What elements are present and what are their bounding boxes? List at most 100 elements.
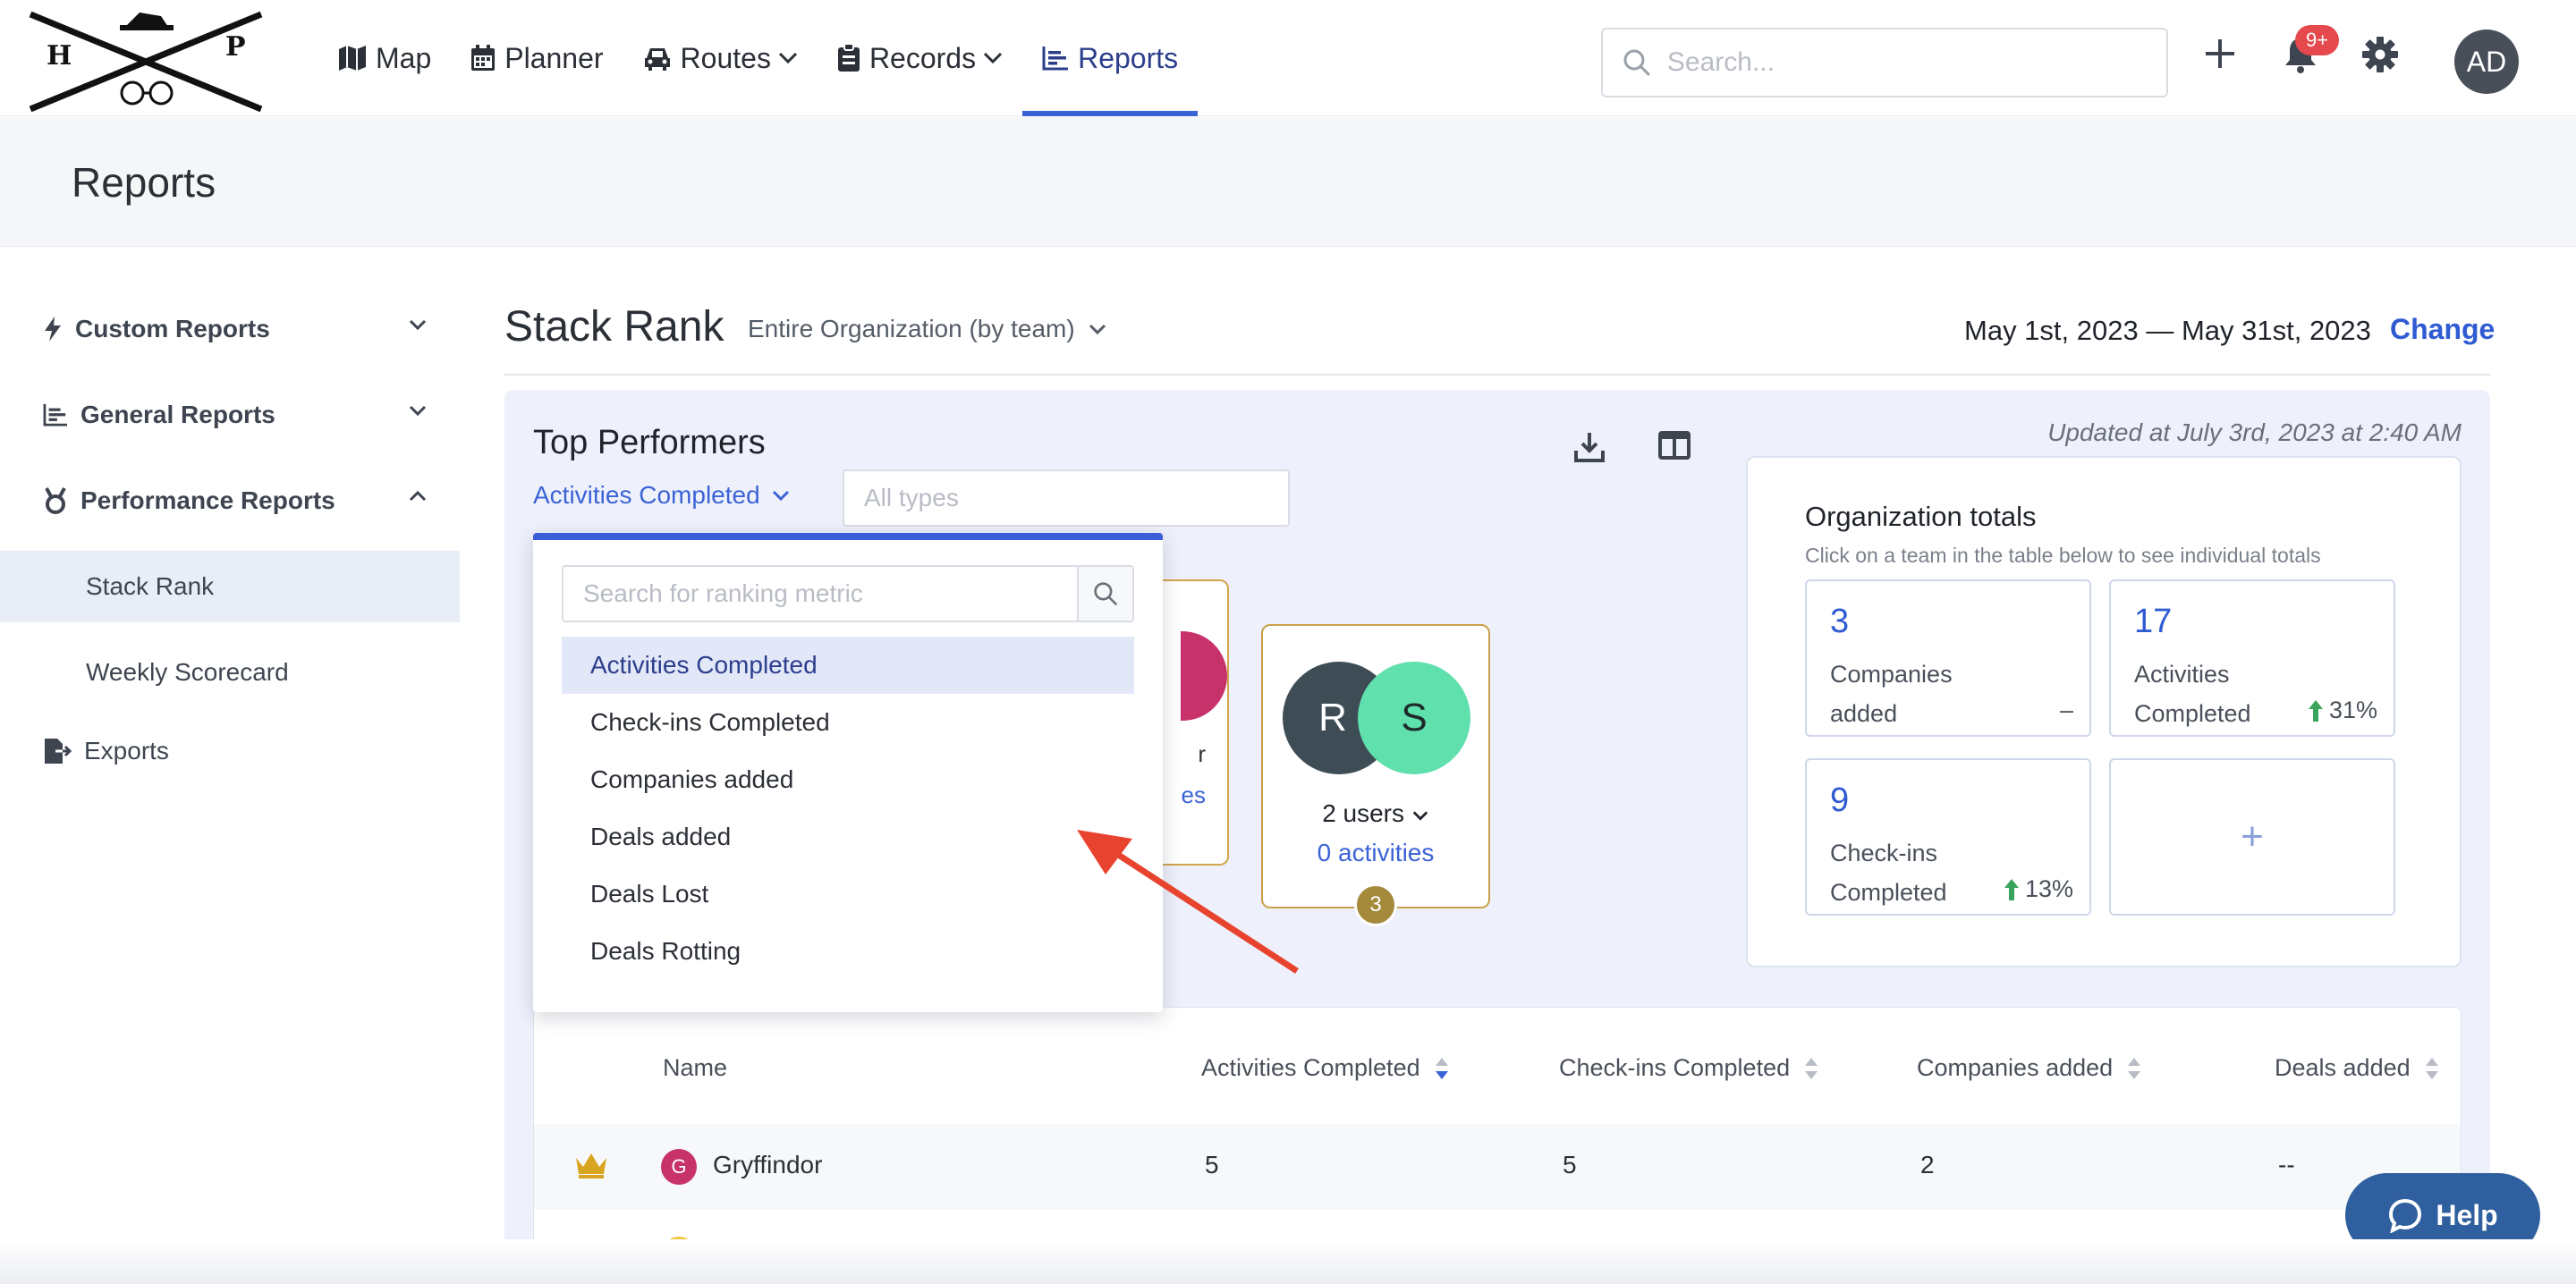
- page-title: Reports: [72, 159, 216, 206]
- total-tile-companies[interactable]: 3 Companies added –: [1805, 579, 2091, 737]
- user-avatar[interactable]: AD: [2454, 30, 2519, 94]
- nav-records[interactable]: Records: [818, 0, 1022, 116]
- top-header: H P Map Planner Routes Records Reports S…: [0, 0, 2576, 116]
- metric-option[interactable]: Deals added: [562, 808, 1134, 866]
- metric-search[interactable]: [562, 565, 1134, 622]
- chat-icon: [2389, 1198, 2422, 1233]
- sidebar-item-weekly-scorecard[interactable]: Weekly Scorecard: [0, 637, 460, 708]
- metric-option[interactable]: Activities Completed: [562, 637, 1134, 694]
- chevron-down-icon: [772, 490, 789, 502]
- metric-dropdown[interactable]: Activities Completed: [533, 481, 791, 510]
- gear-icon[interactable]: [2361, 36, 2399, 73]
- global-search[interactable]: [1601, 28, 2168, 97]
- add-icon[interactable]: [2202, 36, 2238, 72]
- metric-option[interactable]: Companies added: [562, 751, 1134, 808]
- chevron-down-icon: [984, 52, 1003, 64]
- table-row[interactable]: G Gryffindor 5 5 2 --: [534, 1124, 2461, 1210]
- team-badge: G: [661, 1149, 697, 1185]
- tile-delta: 13%: [2024, 875, 2073, 902]
- search-input[interactable]: [1666, 47, 2166, 78]
- metric-options: Activities Completed Check-ins Completed…: [562, 637, 1134, 980]
- search-icon: [1623, 49, 1650, 77]
- card-title: Top Performers: [533, 424, 766, 461]
- sidebar-item-label: Custom Reports: [75, 315, 270, 342]
- window-bottom-edge: [0, 1239, 2576, 1284]
- chevron-up-icon: [409, 490, 427, 502]
- tile-value: 3: [1830, 603, 1850, 640]
- tile-label: Activities Completed: [2134, 661, 2251, 727]
- chevron-down-icon: [409, 319, 427, 331]
- team-name[interactable]: Gryffindor: [713, 1151, 822, 1179]
- car-icon: [644, 48, 670, 71]
- metric-search-button[interactable]: [1077, 567, 1132, 621]
- sidebar-item-custom-reports[interactable]: Custom Reports: [0, 286, 460, 372]
- page-title-band: Reports: [0, 117, 2576, 247]
- nav-map[interactable]: Map: [318, 0, 451, 116]
- metric-search-input[interactable]: [564, 567, 1077, 621]
- tile-delta-wrap: 13%: [2004, 875, 2073, 903]
- column-header-checkins[interactable]: Check-ins Completed: [1559, 1054, 1818, 1082]
- tile-label: Companies added: [1830, 661, 1953, 727]
- chevron-down-icon: [1412, 811, 1428, 821]
- column-header-label: Companies added: [1917, 1054, 2114, 1081]
- total-tile-checkins[interactable]: 9 Check-ins Completed 13%: [1805, 758, 2091, 916]
- notification-badge: 9+: [2295, 25, 2340, 55]
- clipboard-icon: [837, 44, 860, 72]
- sidebar-item-label: Exports: [84, 737, 169, 764]
- svg-text:H: H: [47, 40, 72, 72]
- columns-icon[interactable]: [1658, 431, 1690, 460]
- company-logo[interactable]: H P: [27, 9, 267, 114]
- nav-reports[interactable]: Reports: [1022, 0, 1199, 116]
- column-header-name[interactable]: Name: [663, 1054, 727, 1082]
- add-total-button[interactable]: +: [2109, 758, 2395, 916]
- cell-activities: 5: [1205, 1151, 1219, 1178]
- column-header-deals[interactable]: Deals added: [2275, 1054, 2439, 1082]
- sidebar-item-label: Performance Reports: [80, 486, 335, 514]
- nav-routes-label: Routes: [680, 41, 771, 74]
- metric-option[interactable]: Deals Rotting: [562, 923, 1134, 980]
- sidebar-item-general-reports[interactable]: General Reports: [0, 372, 460, 458]
- nav-planner[interactable]: Planner: [451, 0, 623, 116]
- cell-checkins: 5: [1563, 1151, 1577, 1178]
- total-tile-activities[interactable]: 17 Activities Completed 31%: [2109, 579, 2395, 737]
- nav-records-label: Records: [869, 41, 977, 74]
- sidebar-item-exports[interactable]: Exports: [0, 708, 460, 794]
- tile-label: Check-ins Completed: [1830, 840, 1947, 906]
- divider: [504, 374, 2490, 376]
- tile-delta: –: [2059, 697, 2073, 723]
- metric-option[interactable]: Deals Lost: [562, 866, 1134, 923]
- scope-dropdown[interactable]: Entire Organization (by team): [748, 315, 1107, 343]
- org-totals-subtitle: Click on a team in the table below to se…: [1805, 544, 2321, 567]
- column-header-label: Activities Completed: [1201, 1054, 1420, 1081]
- svg-text:P: P: [225, 31, 246, 63]
- nav-routes[interactable]: Routes: [623, 0, 818, 116]
- sidebar-item-label: Stack Rank: [86, 572, 215, 600]
- chevron-down-icon: [1089, 324, 1106, 335]
- chevron-down-icon: [778, 52, 797, 64]
- column-header-companies[interactable]: Companies added: [1917, 1054, 2141, 1082]
- cell-companies: 2: [1920, 1151, 1935, 1178]
- sidebar: Custom Reports General Reports Performan…: [0, 286, 460, 794]
- sidebar-item-stack-rank[interactable]: Stack Rank: [0, 551, 460, 622]
- download-icon[interactable]: [1574, 431, 1605, 463]
- tile-delta: 31%: [2328, 697, 2377, 723]
- cell-deals: --: [2278, 1151, 2295, 1178]
- export-icon: [45, 739, 72, 764]
- column-header-label: Deals added: [2275, 1054, 2411, 1081]
- updated-timestamp: Updated at July 3rd, 2023 at 2:40 AM: [2047, 418, 2462, 446]
- lightning-icon: [45, 317, 61, 342]
- sidebar-item-performance-reports[interactable]: Performance Reports: [0, 458, 460, 544]
- tile-value: 9: [1830, 781, 1850, 819]
- tile-value: 17: [2134, 603, 2173, 640]
- scope-label: Entire Organization (by team): [748, 315, 1075, 342]
- sort-icon: [1805, 1057, 1818, 1079]
- types-filter[interactable]: All types: [843, 469, 1290, 527]
- metric-option[interactable]: Check-ins Completed: [562, 694, 1134, 751]
- nav-map-label: Map: [376, 41, 432, 74]
- change-date-link[interactable]: Change: [2390, 313, 2495, 346]
- search-icon: [1094, 582, 1118, 606]
- medal-icon: [45, 487, 66, 514]
- podium-partial-link[interactable]: es: [1182, 781, 1206, 809]
- column-header-activities[interactable]: Activities Completed: [1201, 1054, 1449, 1082]
- date-range: May 1st, 2023 — May 31st, 2023: [1964, 315, 2371, 346]
